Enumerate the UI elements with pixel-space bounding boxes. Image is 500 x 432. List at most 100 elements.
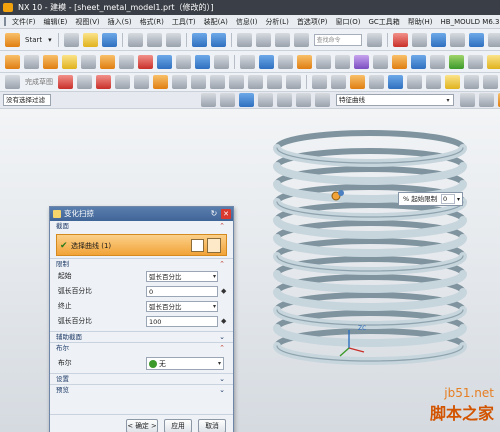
chain-within-feature-icon[interactable] — [296, 93, 311, 107]
chamfer-icon[interactable] — [176, 54, 191, 69]
menu-tools[interactable]: 工具(T) — [168, 17, 200, 27]
search-icon[interactable] — [366, 32, 382, 47]
type-filter-dropdown[interactable]: 没有选择过滤 — [3, 94, 51, 106]
snap-endpoint-icon[interactable] — [460, 93, 475, 107]
render-style-icon[interactable] — [468, 32, 484, 47]
quick-trim-icon[interactable] — [248, 75, 263, 89]
curve-rule-icon[interactable] — [239, 93, 254, 107]
sew-icon[interactable] — [468, 54, 483, 69]
draft-icon[interactable] — [214, 54, 229, 69]
edge-blend-icon[interactable] — [157, 54, 172, 69]
close-icon[interactable]: ✕ — [221, 209, 231, 219]
reset-icon[interactable]: ↻ — [209, 209, 219, 219]
snap-view-icon[interactable] — [392, 32, 408, 47]
line-icon[interactable] — [77, 75, 92, 89]
surface-icon[interactable] — [449, 54, 464, 69]
menu-edit[interactable]: 编辑(E) — [40, 17, 72, 27]
graphics-viewport[interactable]: ZC % 起始限制 0 ▾ 变化扫掠 ↻ ✕ 截面 ⌃ ✔ 选择曲线 (1) 限… — [0, 109, 500, 432]
ok-button[interactable]: < 确定 > — [126, 419, 158, 432]
chevron-up-icon[interactable]: ⌃ — [219, 221, 225, 232]
derived-lines-icon[interactable] — [483, 75, 498, 89]
follow-fillet-icon[interactable] — [277, 93, 292, 107]
circle-icon[interactable] — [115, 75, 130, 89]
point-icon[interactable] — [172, 75, 187, 89]
fillet-icon[interactable] — [191, 75, 206, 89]
apply-button[interactable]: 应用 — [164, 419, 192, 432]
save-icon[interactable] — [101, 32, 117, 47]
intersection-curve-icon[interactable] — [464, 75, 479, 89]
fit-view-icon[interactable] — [411, 32, 427, 47]
make-corner-icon[interactable] — [286, 75, 301, 89]
undo-icon[interactable] — [191, 32, 207, 47]
menu-view[interactable]: 视图(V) — [71, 17, 103, 27]
trim-body-icon[interactable] — [278, 54, 293, 69]
extrude-icon[interactable] — [43, 54, 58, 69]
curve-rule-dropdown[interactable]: 特征曲线 ▾ — [336, 94, 454, 106]
rectangle-icon[interactable] — [134, 75, 149, 89]
start-dropdown-icon[interactable]: ▾ — [48, 36, 52, 44]
selection-scope-icon[interactable] — [201, 93, 216, 107]
start-mode-dropdown[interactable]: 弧长百分比 ▾ — [146, 271, 218, 282]
project-curve-icon[interactable] — [445, 75, 460, 89]
chevron-down-icon[interactable]: ⌄ — [219, 385, 225, 396]
pattern-curve-icon[interactable] — [229, 75, 244, 89]
finish-sketch-flag-icon[interactable] — [5, 75, 20, 89]
offset-face-icon[interactable] — [297, 54, 312, 69]
select-all-icon[interactable] — [220, 93, 235, 107]
menu-help[interactable]: 帮助(H) — [404, 17, 437, 27]
section-preview-header[interactable]: 预览 ⌄ — [50, 384, 233, 395]
start-limit-value[interactable]: 0 — [441, 194, 455, 204]
start-icon[interactable] — [5, 32, 20, 47]
window-icon[interactable] — [274, 32, 290, 47]
layout-icon[interactable] — [293, 32, 309, 47]
curve-select-icon[interactable] — [207, 238, 221, 253]
end-mode-dropdown[interactable]: 弧长百分比 ▾ — [146, 301, 218, 312]
orient-view-icon[interactable] — [487, 32, 500, 47]
alternate-solution-icon[interactable] — [407, 75, 422, 89]
arc-icon[interactable] — [96, 75, 111, 89]
menu-hb-mould[interactable]: HB_MOULD M6.3 — [437, 18, 500, 26]
stop-at-intersection-icon[interactable] — [258, 93, 273, 107]
start-button-label[interactable]: Start — [25, 36, 42, 44]
mirror-icon[interactable] — [259, 54, 274, 69]
swept-icon[interactable] — [392, 54, 407, 69]
redo-icon[interactable] — [210, 32, 226, 47]
revolve-icon[interactable] — [62, 54, 77, 69]
path-select-icon[interactable] — [315, 93, 330, 107]
subtract-icon[interactable] — [119, 54, 134, 69]
pattern-icon[interactable] — [240, 54, 255, 69]
chevron-down-icon[interactable]: ▾ — [457, 193, 460, 206]
start-value-spinner-icon[interactable]: ◆ — [221, 287, 228, 296]
hole-icon[interactable] — [81, 54, 96, 69]
menu-insert[interactable]: 插入(S) — [104, 17, 136, 27]
end-value-field[interactable]: 100 — [146, 316, 218, 327]
shell-icon[interactable] — [195, 54, 210, 69]
show-constraints-icon[interactable] — [369, 75, 384, 89]
end-value-spinner-icon[interactable]: ◆ — [221, 317, 228, 326]
profile-icon[interactable] — [58, 75, 73, 89]
section-limits-header[interactable]: 限制 ⌃ — [50, 258, 233, 269]
paste-icon[interactable] — [165, 32, 181, 47]
inferred-constraints-icon[interactable] — [426, 75, 441, 89]
convert-reference-icon[interactable] — [388, 75, 403, 89]
geometric-constraints-icon[interactable] — [312, 75, 327, 89]
menu-analysis[interactable]: 分析(L) — [261, 17, 292, 27]
move-face-icon[interactable] — [316, 54, 331, 69]
quick-extend-icon[interactable] — [267, 75, 282, 89]
snap-midpoint-icon[interactable] — [479, 93, 494, 107]
synchronous-icon[interactable] — [354, 54, 369, 69]
new-file-icon[interactable] — [63, 32, 79, 47]
section-settings-header[interactable]: 设置 ⌄ — [50, 373, 233, 384]
unite-icon[interactable] — [100, 54, 115, 69]
studio-spline-icon[interactable] — [153, 75, 168, 89]
select-curve-row[interactable]: ✔ 选择曲线 (1) — [56, 234, 227, 256]
rotate-icon[interactable] — [449, 32, 465, 47]
thread-icon[interactable] — [373, 54, 388, 69]
command-search-input[interactable]: 查找命令 — [313, 33, 362, 46]
sketch-section-icon[interactable] — [191, 239, 204, 252]
finish-sketch-label[interactable]: 完成草图 — [25, 77, 53, 87]
section-boolean-header[interactable]: 布尔 ⌃ — [50, 342, 233, 353]
datum-plane-icon[interactable] — [24, 54, 39, 69]
cancel-button[interactable]: 取消 — [198, 419, 226, 432]
start-value-field[interactable]: 0 — [146, 286, 218, 297]
